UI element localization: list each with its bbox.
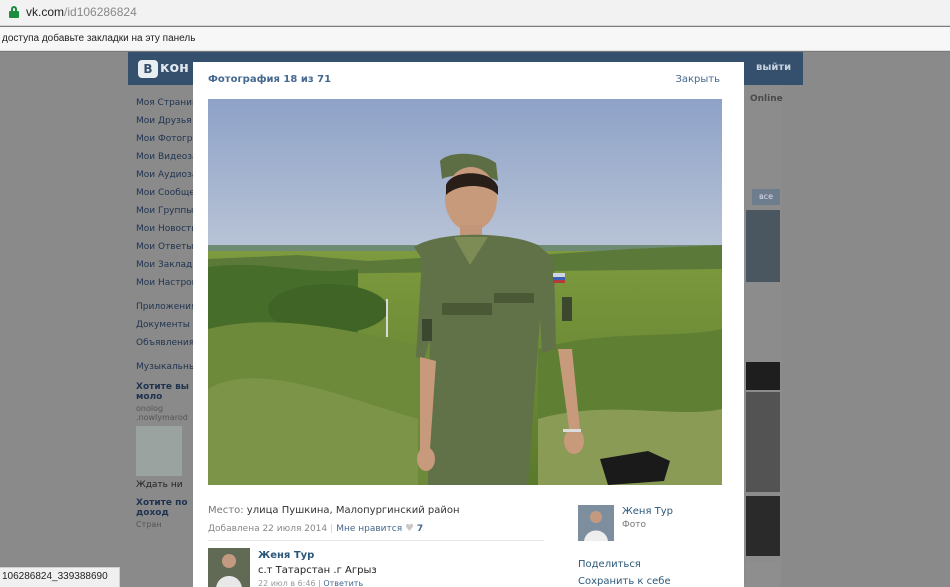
menu-item-photos[interactable]: Мои Фотографии <box>136 130 196 148</box>
menu-item-apps[interactable]: Приложения <box>136 298 196 316</box>
comment-date: 22 июл в 6:46 <box>258 579 316 587</box>
photo-counter: Фотография 18 из 71 <box>208 74 332 85</box>
all-button[interactable]: все <box>752 189 780 205</box>
owner-name[interactable]: Женя Тур <box>622 506 673 517</box>
side-image[interactable] <box>746 392 780 492</box>
heart-icon[interactable]: ♥ <box>405 523 414 534</box>
close-link[interactable]: Закрыть <box>675 74 720 85</box>
ad-title[interactable]: Хотите вы моло <box>136 382 198 402</box>
menu-item-videos[interactable]: Мои Видеозаписи <box>136 148 196 166</box>
owner-avatar[interactable] <box>578 505 614 541</box>
ad-block[interactable]: Хотите вы моло onolog .nowlymarod Ждать … <box>136 382 198 529</box>
side-image[interactable] <box>746 210 780 282</box>
vk-logo-text[interactable]: кон <box>160 60 189 76</box>
bookmarks-bar: доступа добавьте закладки на эту панель <box>0 27 950 51</box>
menu-item-music[interactable]: Музыкальный <box>136 358 196 376</box>
place-value[interactable]: улица Пушкина, Малопургинский район <box>247 505 460 516</box>
menu-item-settings[interactable]: Мои Настройки <box>136 274 196 292</box>
reply-link[interactable]: Ответить <box>323 579 363 587</box>
side-image[interactable] <box>746 362 780 390</box>
menu-item-groups[interactable]: Мои Группы <box>136 202 196 220</box>
menu-item-bookmarks[interactable]: Мои Закладки <box>136 256 196 274</box>
comment: Женя Тур с.т Татарстан .г Агрыз 22 июл в… <box>208 548 548 587</box>
added-date: Добавлена 22 июля 2014 <box>208 524 328 534</box>
photo-info: Место: улица Пушкина, Малопургинский рай… <box>208 505 548 534</box>
divider <box>208 540 544 541</box>
like-button[interactable]: Мне нравится <box>336 524 402 534</box>
owner-subtitle: Фото <box>622 520 647 530</box>
menu-item-answers[interactable]: Мои Ответы <box>136 238 196 256</box>
ad-line: .nowlymarod <box>136 413 188 422</box>
online-status: Online <box>750 94 783 104</box>
save-link[interactable]: Сохранить к себе <box>578 576 671 587</box>
url-text[interactable]: vk.com/id106286824 <box>26 5 137 19</box>
menu-item-audio[interactable]: Мои Аудиозаписи <box>136 166 196 184</box>
photo-place: Место: улица Пушкина, Малопургинский рай… <box>208 505 548 516</box>
side-image[interactable] <box>746 496 780 556</box>
ad-line: Ждать ни <box>136 480 183 490</box>
status-bar-url: 106286824_339388690 <box>0 567 120 587</box>
like-count[interactable]: 7 <box>417 524 423 534</box>
ad-line: onolog <box>136 404 164 413</box>
photo-meta: Добавлена 22 июля 2014 | Мне нравится ♥ 7 <box>208 523 424 534</box>
menu-item-my-page[interactable]: Моя Страница <box>136 94 196 112</box>
menu-item-news[interactable]: Мои Новости <box>136 220 196 238</box>
logout-link[interactable]: выйти <box>756 62 791 73</box>
side-image[interactable] <box>746 562 780 587</box>
menu-item-messages[interactable]: Мои Сообщения <box>136 184 196 202</box>
address-bar[interactable]: vk.com/id106286824 <box>0 0 950 26</box>
menu-item-documents[interactable]: Документы <box>136 316 196 334</box>
share-link[interactable]: Поделиться <box>578 559 641 570</box>
comment-text: с.т Татарстан .г Агрыз <box>258 565 377 576</box>
left-menu: Моя Страница Мои Друзья Мои Фотографии М… <box>136 94 196 376</box>
ad-line: Стран <box>136 520 162 529</box>
bookmarks-hint: доступа добавьте закладки на эту панель <box>2 33 196 44</box>
vk-logo-icon[interactable]: В <box>138 60 158 78</box>
menu-item-friends[interactable]: Мои Друзья <box>136 112 196 130</box>
ad-title[interactable]: Хотите по доход <box>136 498 198 518</box>
comment-author[interactable]: Женя Тур <box>258 550 314 561</box>
comment-time: 22 июл в 6:46 | Ответить <box>258 579 364 587</box>
menu-item-ads[interactable]: Объявления <box>136 334 196 352</box>
photo[interactable] <box>208 99 722 485</box>
ad-image[interactable] <box>136 426 182 476</box>
place-label: Место: <box>208 505 244 516</box>
comment-avatar[interactable] <box>208 548 250 587</box>
lock-icon <box>9 6 19 18</box>
photo-viewer: Фотография 18 из 71 Закрыть Место: улица… <box>193 62 744 587</box>
